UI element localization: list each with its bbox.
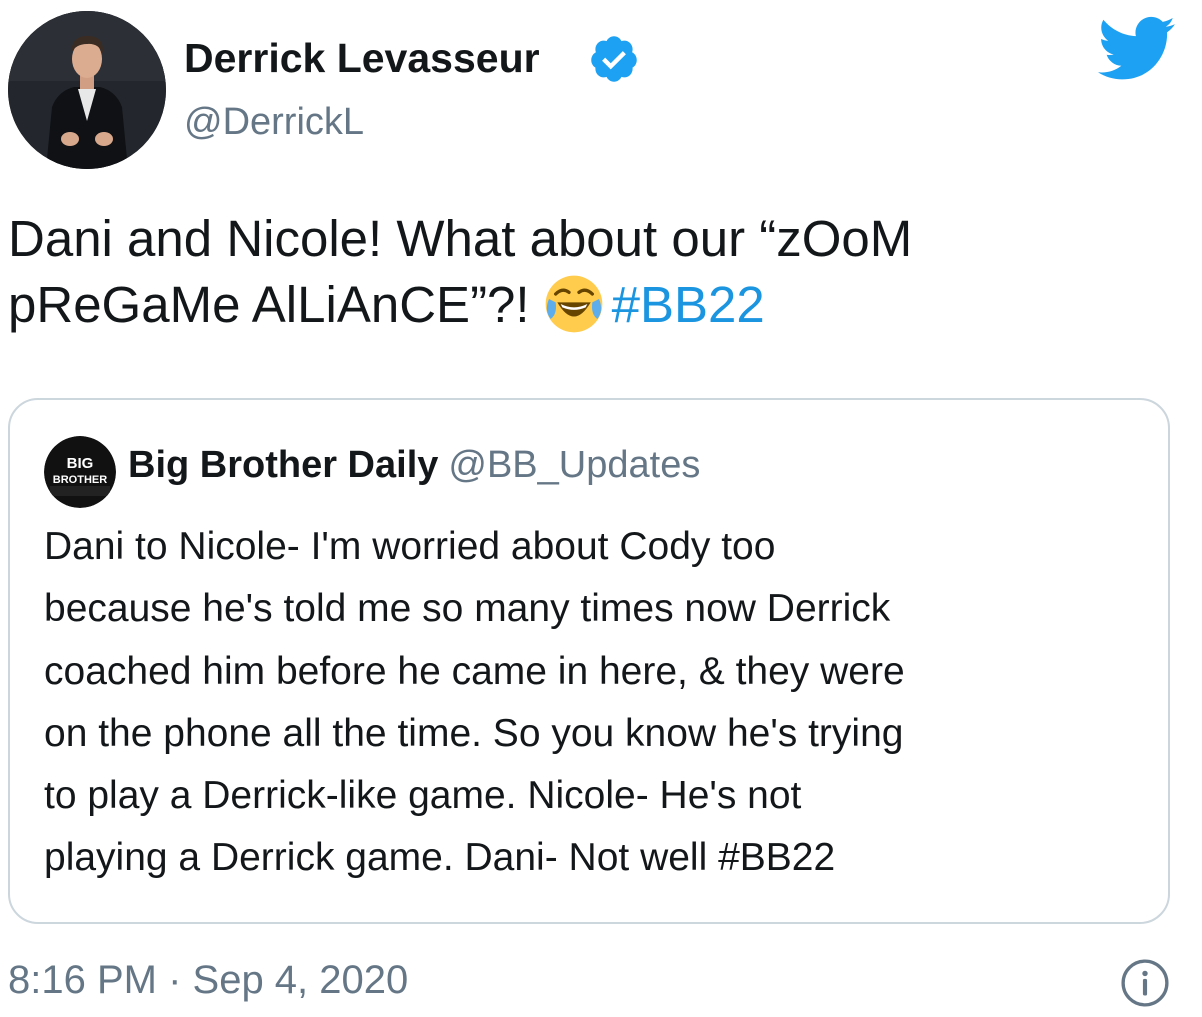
quoted-author-avatar: BIG BROTHER (44, 436, 116, 508)
author-avatar[interactable] (8, 11, 166, 169)
quoted-text-line: playing a Derrick game. Dani- Not well #… (44, 836, 836, 880)
info-icon[interactable] (1120, 958, 1170, 1008)
face-with-tears-of-joy-icon (545, 275, 602, 333)
tweet-text-segment: pReGaMe AlLiAnCE”?! (8, 276, 530, 333)
quoted-author-handle: @BB_Updates (448, 444, 701, 486)
quoted-text-line: to play a Derrick-like game. Nicole- He'… (44, 774, 802, 818)
quoted-text-line: coached him before he came in here, & th… (44, 649, 905, 693)
verified-badge-icon (591, 36, 637, 82)
quoted-author: Big Brother Daily @BB_Updates (128, 442, 700, 488)
tweet-text-line: Dani and Nicole! What about our “zOoM (8, 210, 913, 267)
quoted-tweet[interactable]: BIG BROTHER Big Brother Daily @BB_Updates… (8, 398, 1170, 924)
author-name[interactable]: Derrick Levasseur (184, 34, 540, 82)
tweet-timestamp[interactable]: 8:16 PM · Sep 4, 2020 (8, 956, 408, 1004)
quoted-tweet-text: Dani to Nicole- I'm worried about Cody t… (44, 516, 1154, 890)
twitter-bird-icon[interactable] (1098, 16, 1176, 82)
quoted-avatar-logo-top: BIG (67, 455, 94, 472)
quoted-avatar-logo-bottom: BROTHER (53, 474, 107, 486)
tweet-text: Dani and Nicole! What about our “zOoM pR… (8, 206, 1168, 338)
quoted-text-line: on the phone all the time. So you know h… (44, 711, 904, 755)
author-handle[interactable]: @DerrickL (184, 100, 364, 144)
quoted-author-name: Big Brother Daily (128, 444, 439, 486)
hashtag-link[interactable]: #BB22 (612, 276, 765, 333)
tweet-text-line: pReGaMe AlLiAnCE”?! #BB22 (8, 272, 1168, 338)
tweet-card: Derrick Levasseur @DerrickL Dani and Nic… (0, 0, 1202, 1017)
quoted-text-line: because he's told me so many times now D… (44, 587, 891, 631)
quoted-text-line: Dani to Nicole- I'm worried about Cody t… (44, 525, 776, 568)
